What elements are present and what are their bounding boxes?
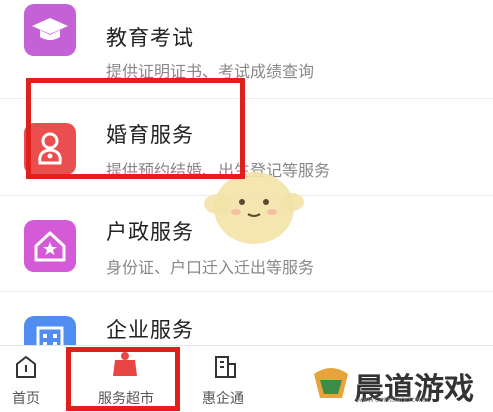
building-grid-icon (215, 356, 236, 378)
graduation-cap-icon (24, 4, 76, 56)
highlight-box-service-tab (66, 347, 180, 411)
service-title: 教育考试 (106, 26, 194, 50)
tab-label: 惠企通 (202, 391, 244, 407)
watermark-logo-icon (314, 368, 348, 398)
watermark-url: WWW.CHENDAOLTOR.CC (356, 397, 431, 404)
house-star-icon (24, 220, 76, 272)
tab-label: 首页 (12, 391, 40, 407)
service-item-education[interactable]: 教育考试 提供证明证书、考试成绩查询 (0, 0, 493, 86)
service-subtitle: 身份证、户口迁入迁出等服务 (106, 258, 315, 277)
service-title: 企业服务 (106, 318, 194, 342)
service-title: 户政服务 (106, 220, 194, 244)
info-home-icon (16, 356, 36, 378)
tab-home[interactable]: 首页 (0, 346, 56, 412)
tab-enterprise[interactable]: 惠企通 (190, 346, 260, 412)
highlight-box-marriage (26, 78, 245, 179)
